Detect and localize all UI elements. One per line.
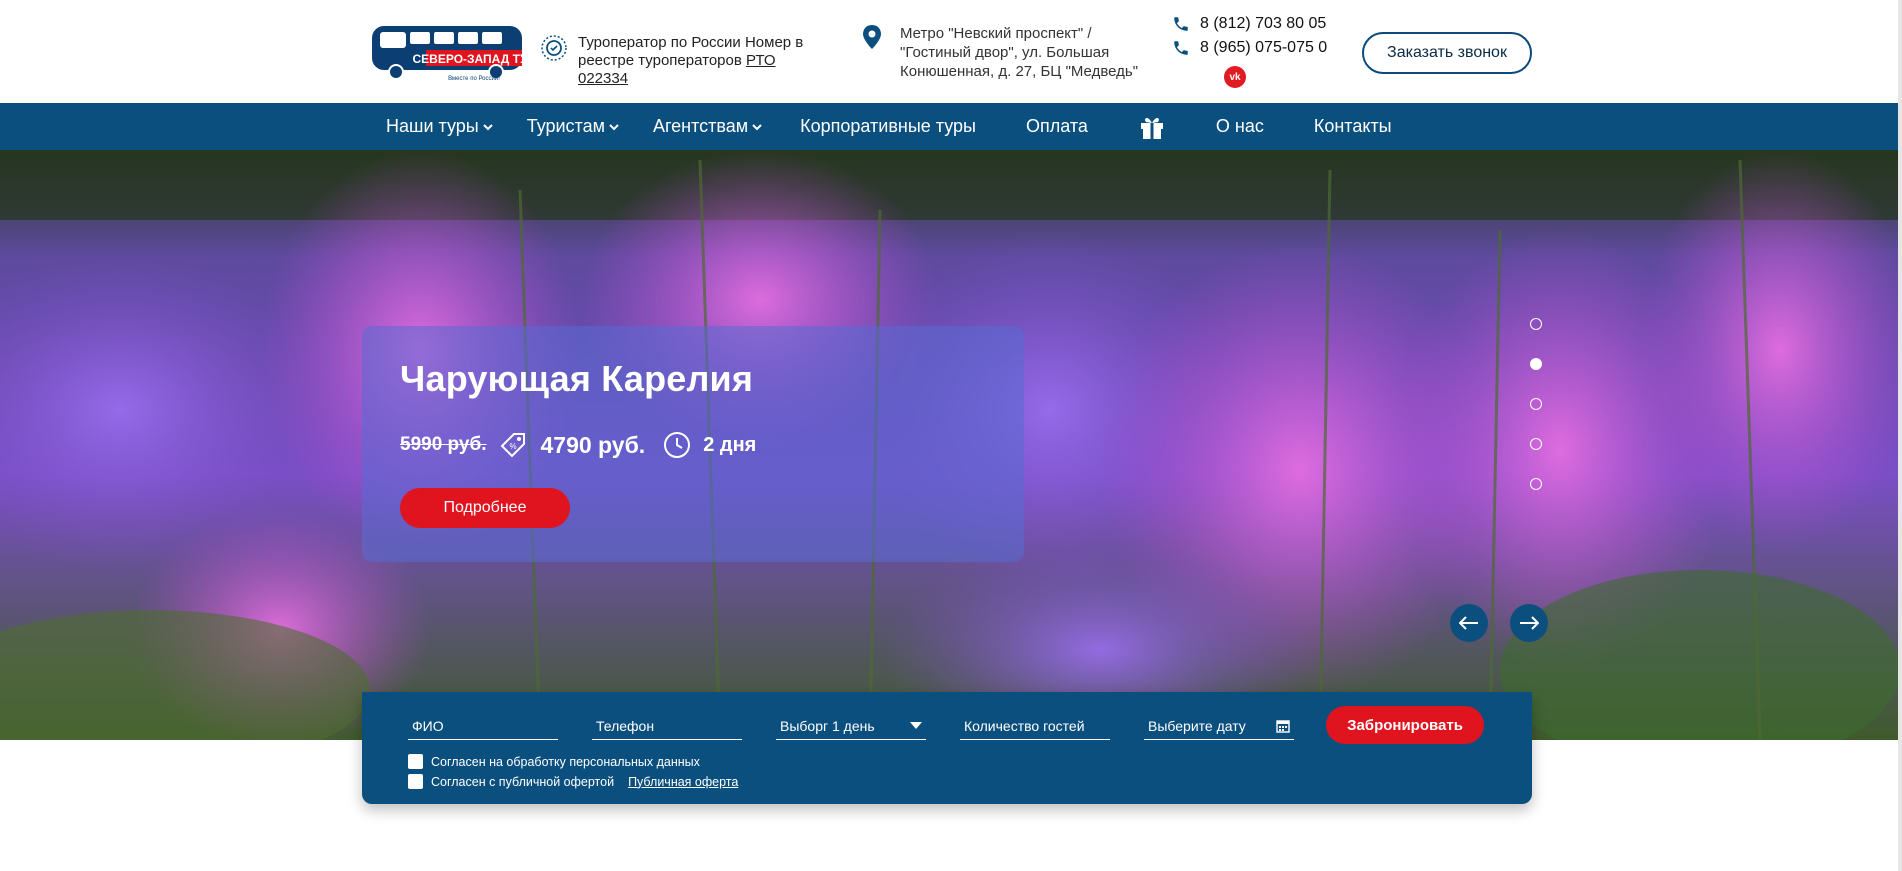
nav-label: Наши туры xyxy=(386,116,479,136)
nav-item-about[interactable]: О нас xyxy=(1216,116,1264,137)
date-input[interactable]: Выберите дату xyxy=(1144,712,1294,740)
new-price: 4790 руб. xyxy=(540,431,646,458)
nav-label: Оплата xyxy=(1026,116,1088,136)
logo-tagline: Вместе по России! xyxy=(448,76,500,82)
price-row: 5990 руб. % 4790 руб. 2 дня xyxy=(400,430,756,460)
phone-icon xyxy=(1174,17,1188,31)
consent-offer-checkbox[interactable] xyxy=(408,774,423,789)
arrow-left-icon xyxy=(1459,616,1478,630)
arrow-right-icon xyxy=(1520,616,1539,630)
slider-dot[interactable] xyxy=(1530,398,1542,410)
phone-number-2[interactable]: 8 (965) 075-075 0 xyxy=(1200,39,1327,57)
booking-form: ФИО Телефон Выборг 1 день Количество гос… xyxy=(362,692,1532,804)
chevron-down-icon xyxy=(752,123,762,130)
consent-personal-row: Согласен на обработку персональных данны… xyxy=(408,754,700,769)
operator-text: Туроператор по России Номер в реестре ту… xyxy=(578,34,804,87)
consent-offer-label: Согласен с публичной офертой xyxy=(431,774,615,789)
site-header: СЕВЕРО-ЗАПАД ТУР Вместе по России! Туроп… xyxy=(0,0,1902,103)
phone-icon xyxy=(1174,41,1188,55)
nav-label: Агентствам xyxy=(652,116,749,136)
tour-select[interactable]: Выборг 1 день xyxy=(776,712,926,740)
slider-dot-active[interactable] xyxy=(1530,358,1542,370)
slider-next-button[interactable] xyxy=(1510,604,1548,642)
phone-row[interactable]: 8 (812) 703 80 05 xyxy=(1172,12,1327,36)
nav-item-corporate[interactable]: Корпоративные туры xyxy=(800,116,976,137)
vk-icon[interactable]: vk xyxy=(1224,66,1246,88)
slider-dot[interactable] xyxy=(1530,438,1542,450)
slider-dot[interactable] xyxy=(1530,478,1542,490)
date-placeholder: Выберите дату xyxy=(1148,717,1246,734)
consent-offer-row: Согласен с публичной офертой Публичная о… xyxy=(408,774,738,789)
guests-input[interactable]: Количество гостей xyxy=(960,712,1110,740)
company-logo[interactable]: СЕВЕРО-ЗАПАД ТУР Вместе по России! xyxy=(370,22,526,82)
name-input[interactable]: ФИО xyxy=(408,712,558,740)
page-scrollbar[interactable] xyxy=(1898,0,1902,871)
old-price: 5990 руб. xyxy=(400,434,487,455)
tour-duration: 2 дня xyxy=(703,433,757,456)
nav-label: Туристам xyxy=(526,116,605,136)
nav-item-agencies[interactable]: Агентствам xyxy=(653,116,762,137)
consent-personal-checkbox[interactable] xyxy=(408,754,423,769)
gift-icon xyxy=(1140,117,1163,139)
svg-text:%: % xyxy=(510,442,517,451)
logo-text: СЕВЕРО-ЗАПАД ТУР xyxy=(413,52,526,66)
tour-card: Чарующая Карелия 5990 руб. % 4790 руб. 2… xyxy=(362,326,1024,562)
tour-title: Чарующая Карелия xyxy=(400,358,754,399)
consent-personal-label: Согласен на обработку персональных данны… xyxy=(431,754,700,769)
address-text: Метро "Невский проспект" / "Гостиный дво… xyxy=(900,25,1139,80)
clock-icon xyxy=(664,432,691,458)
price-tag-icon: % xyxy=(501,433,526,458)
slider-dots xyxy=(1530,318,1544,518)
book-button[interactable]: Забронировать xyxy=(1326,706,1484,744)
guests-placeholder: Количество гостей xyxy=(964,717,1085,734)
address-block: Метро "Невский проспект" / "Гостиный дво… xyxy=(862,24,1140,81)
phone-row[interactable]: 8 (965) 075-075 0 xyxy=(1172,36,1327,60)
caret-down-icon xyxy=(910,721,922,729)
phone-list: 8 (812) 703 80 05 8 (965) 075-075 0 xyxy=(1172,12,1327,60)
slider-dot[interactable] xyxy=(1530,318,1542,330)
nav-item-payment[interactable]: Оплата xyxy=(1026,116,1088,137)
operator-info: Туроператор по России Номер в реестре ту… xyxy=(540,34,828,88)
nav-item-gift[interactable] xyxy=(1138,113,1166,141)
public-offer-link[interactable]: Публичная оферта xyxy=(628,775,738,789)
more-details-button[interactable]: Подробнее xyxy=(400,488,570,528)
chevron-down-icon xyxy=(609,123,619,130)
tour-selected-value: Выборг 1 день xyxy=(780,717,875,734)
name-placeholder: ФИО xyxy=(412,717,444,734)
nav-item-tourists[interactable]: Туристам xyxy=(527,116,619,137)
badge-icon xyxy=(541,35,567,61)
phone-number-1[interactable]: 8 (812) 703 80 05 xyxy=(1200,15,1326,33)
slider-prev-button[interactable] xyxy=(1450,604,1488,642)
main-nav: Наши туры Туристам Агентствам Корпоратив… xyxy=(0,103,1902,150)
phone-placeholder: Телефон xyxy=(596,717,655,734)
nav-label: Контакты xyxy=(1313,116,1392,136)
hero-slider: Чарующая Карелия 5990 руб. % 4790 руб. 2… xyxy=(0,150,1902,740)
calendar-icon xyxy=(1276,719,1290,733)
callback-button[interactable]: Заказать звонок xyxy=(1362,32,1532,74)
nav-item-contacts[interactable]: Контакты xyxy=(1314,116,1392,137)
nav-label: Корпоративные туры xyxy=(800,116,976,136)
location-pin-icon xyxy=(863,25,881,49)
nav-items: Наши туры Туристам Агентствам Корпоратив… xyxy=(386,103,1392,150)
chevron-down-icon xyxy=(482,123,493,130)
nav-item-our-tours[interactable]: Наши туры xyxy=(386,116,493,137)
phone-input[interactable]: Телефон xyxy=(592,712,742,740)
nav-label: О нас xyxy=(1215,116,1264,136)
